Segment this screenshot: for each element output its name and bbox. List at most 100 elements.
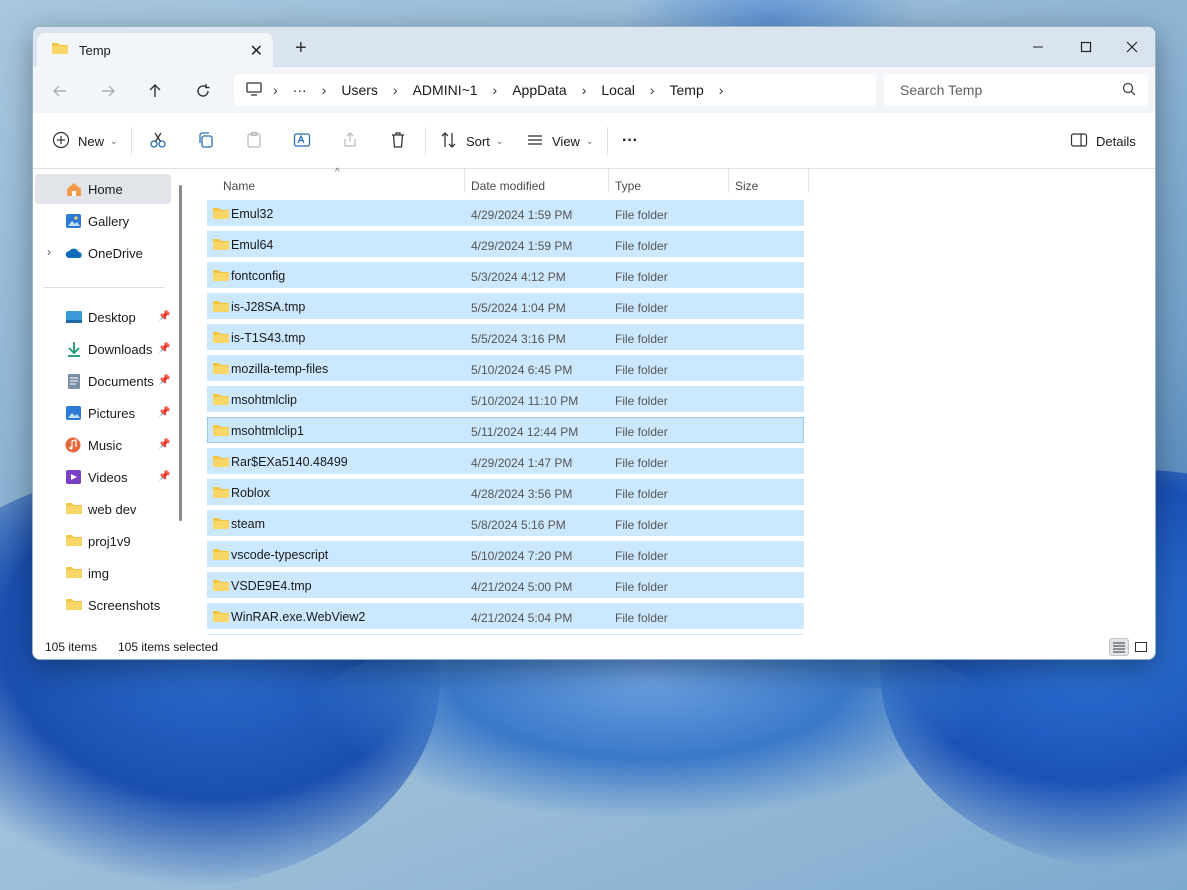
chevron-right-icon[interactable]: › — [382, 82, 409, 98]
tab-title: Temp — [79, 42, 111, 58]
sidebar-item-screenshots[interactable]: Screenshots — [35, 590, 171, 620]
breadcrumb-item[interactable]: ADMINI~1 — [409, 82, 482, 98]
paste-button[interactable] — [245, 127, 263, 155]
pin-icon[interactable]: 📌 — [158, 439, 170, 450]
sidebar-item-web-dev[interactable]: web dev — [35, 494, 171, 524]
sidebar-item-pictures[interactable]: Pictures 📌 — [35, 398, 171, 428]
sidebar-item-label: web dev — [88, 502, 137, 517]
share-button[interactable] — [341, 127, 359, 155]
pin-icon[interactable]: 📌 — [158, 471, 170, 482]
computer-icon[interactable] — [246, 81, 262, 99]
document-icon — [65, 373, 83, 389]
folder-icon — [65, 533, 83, 549]
pin-icon[interactable]: 📌 — [158, 311, 170, 322]
table-row[interactable]: mozilla-temp-files 5/10/2024 6:45 PM File … — [207, 355, 804, 381]
file-date-modified: 4/21/2024 5:04 PM — [471, 611, 573, 625]
table-row[interactable]: Emul32 4/29/2024 1:59 PM File folder — [207, 200, 804, 226]
chevron-right-icon[interactable]: › — [708, 82, 735, 98]
breadcrumb-item[interactable]: AppData — [508, 82, 570, 98]
file-type: File folder — [615, 425, 668, 439]
refresh-icon[interactable] — [189, 77, 217, 105]
rename-button[interactable] — [293, 127, 311, 155]
details-pane-button[interactable]: Details — [1070, 127, 1136, 155]
file-date-modified: 5/5/2024 3:16 PM — [471, 332, 566, 346]
maximize-icon[interactable] — [1063, 33, 1109, 61]
more-options-button[interactable]: ··· — [622, 127, 638, 155]
breadcrumb-item[interactable]: Local — [597, 82, 638, 98]
table-row[interactable]: steam 5/8/2024 5:16 PM File folder — [207, 510, 804, 536]
new-tab-button[interactable]: + — [295, 37, 307, 60]
details-view-button[interactable] — [1109, 638, 1129, 656]
folder-icon — [212, 237, 230, 254]
sidebar-item-desktop[interactable]: Desktop 📌 — [35, 302, 171, 332]
large-icons-view-button[interactable] — [1131, 638, 1151, 656]
chevron-right-icon[interactable]: › — [47, 245, 51, 259]
sidebar-item-documents[interactable]: Documents 📌 — [35, 366, 171, 396]
table-row[interactable]: is-T1S43.tmp 5/5/2024 3:16 PM File folder — [207, 324, 804, 350]
sidebar-item-label: Home — [88, 182, 123, 197]
up-arrow-icon[interactable] — [141, 77, 169, 105]
chevron-right-icon[interactable]: › — [262, 82, 289, 98]
file-date-modified: 5/5/2024 1:04 PM — [471, 301, 566, 315]
chevron-right-icon[interactable]: › — [482, 82, 509, 98]
details-pane-icon — [1070, 132, 1088, 151]
more-locations-button[interactable]: ··· — [289, 82, 311, 98]
chevron-right-icon[interactable]: › — [311, 82, 338, 98]
chevron-right-icon[interactable]: › — [639, 82, 666, 98]
pin-icon[interactable]: 📌 — [158, 407, 170, 418]
table-row[interactable]: vscode-typescript 5/10/2024 7:20 PM File f… — [207, 541, 804, 567]
table-row[interactable]: Roblox 4/28/2024 3:56 PM File folder — [207, 479, 804, 505]
search-box[interactable] — [884, 74, 1148, 106]
sidebar-scrollbar[interactable] — [179, 185, 182, 521]
table-row[interactable]: is-J28SA.tmp 5/5/2024 1:04 PM File folder — [207, 293, 804, 319]
table-row[interactable]: Rar$EXa5140.48499 4/29/2024 1:47 PM File f… — [207, 448, 804, 474]
close-icon[interactable] — [1109, 33, 1155, 61]
sidebar-item-img[interactable]: img — [35, 558, 171, 588]
sidebar-item-downloads[interactable]: Downloads 📌 — [35, 334, 171, 364]
sidebar-item-onedrive[interactable]: › OneDrive — [35, 238, 171, 268]
new-button[interactable]: New ⌄ — [52, 127, 118, 155]
sort-button[interactable]: Sort ⌄ — [440, 127, 503, 155]
delete-button[interactable] — [389, 127, 407, 155]
sidebar-item-home[interactable]: Home — [35, 174, 171, 204]
breadcrumb-item[interactable]: Users — [337, 82, 382, 98]
copy-button[interactable] — [197, 127, 215, 155]
pin-icon[interactable]: 📌 — [158, 343, 170, 354]
table-row[interactable]: msohtmlclip1 5/11/2024 12:44 PM File folde… — [207, 417, 804, 443]
plus-circle-icon — [52, 131, 70, 152]
download-arrow-icon — [65, 341, 83, 357]
search-icon — [1122, 82, 1136, 101]
tab-temp[interactable]: Temp ✕ — [37, 33, 273, 67]
cut-button[interactable] — [149, 127, 167, 155]
table-row[interactable]: VSDE9E4.tmp 4/21/2024 5:00 PM File folder — [207, 572, 804, 598]
breadcrumb-item[interactable]: Temp — [666, 82, 708, 98]
sidebar-item-music[interactable]: Music 📌 — [35, 430, 171, 460]
table-row[interactable]: msohtmlclip 5/10/2024 11:10 PM File folder — [207, 386, 804, 412]
folder-icon — [212, 547, 230, 564]
file-name: Emul32 — [231, 207, 274, 221]
sidebar-item-videos[interactable]: Videos 📌 — [35, 462, 171, 492]
forward-arrow-icon[interactable] — [94, 77, 122, 105]
breadcrumb[interactable]: › ··· › Users › ADMINI~1 › AppData › Loc… — [234, 74, 876, 106]
file-name: Emul64 — [231, 238, 274, 252]
table-row[interactable]: fontconfig 5/3/2024 4:12 PM File folder — [207, 262, 804, 288]
back-arrow-icon[interactable] — [46, 77, 74, 105]
search-input[interactable] — [898, 81, 1122, 99]
file-name: WinRAR.exe.WebView2 — [231, 610, 366, 624]
column-header-date[interactable]: Date modified — [465, 169, 605, 193]
sidebar-item-proj1v9[interactable]: proj1v9 — [35, 526, 171, 556]
sidebar-item-label: Screenshots — [88, 598, 161, 613]
table-row[interactable]: Emul64 4/29/2024 1:59 PM File folder — [207, 231, 804, 257]
column-header-name[interactable]: Name — [217, 169, 457, 193]
pin-icon[interactable]: 📌 — [158, 375, 170, 386]
folder-icon — [212, 485, 230, 502]
folder-icon — [51, 41, 69, 60]
minimize-icon[interactable] — [1015, 33, 1061, 61]
sidebar-item-gallery[interactable]: Gallery — [35, 206, 171, 236]
tab-close-button[interactable]: ✕ — [250, 41, 263, 61]
chevron-right-icon[interactable]: › — [571, 82, 598, 98]
view-button[interactable]: View ⌄ — [526, 127, 594, 155]
column-header-size[interactable]: Size — [729, 169, 807, 193]
column-header-type[interactable]: Type — [609, 169, 727, 193]
table-row[interactable]: WinRAR.exe.WebView2 4/21/2024 5:04 PM File… — [207, 603, 804, 629]
